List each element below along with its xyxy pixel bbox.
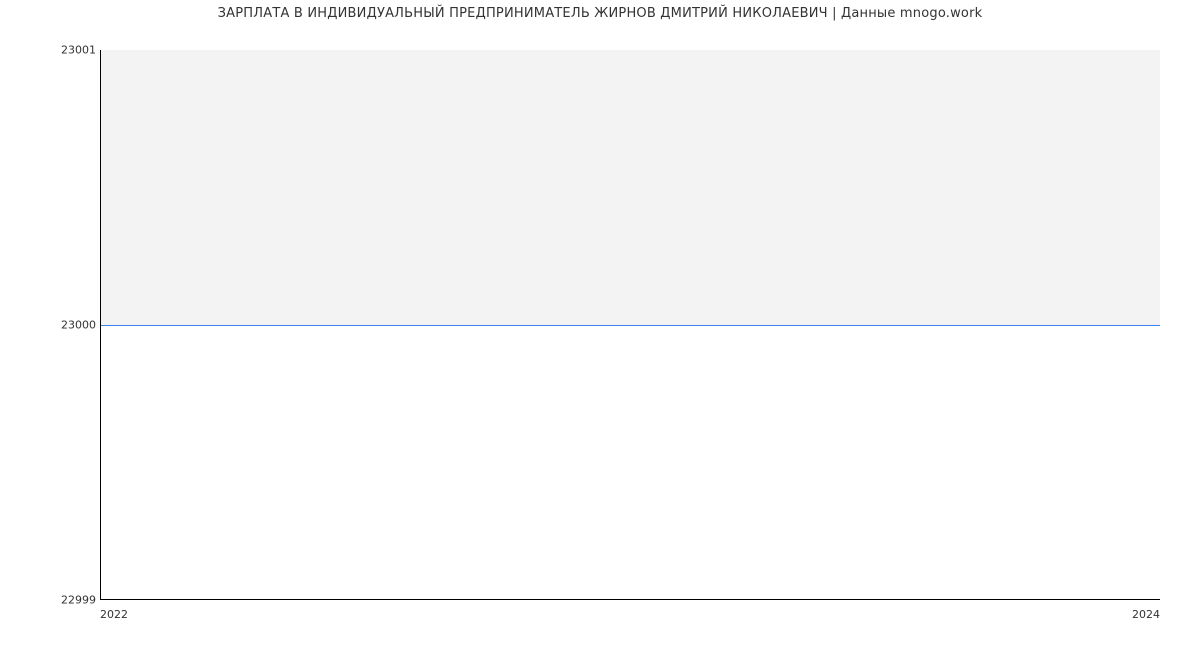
y-tick-mid: 23000 [61,319,96,332]
chart-title: ЗАРПЛАТА В ИНДИВИДУАЛЬНЫЙ ПРЕДПРИНИМАТЕЛ… [0,6,1200,21]
plot-area [100,50,1160,600]
y-tick-min: 22999 [61,594,96,607]
area-fill [101,50,1160,325]
salary-chart: ЗАРПЛАТА В ИНДИВИДУАЛЬНЫЙ ПРЕДПРИНИМАТЕЛ… [0,0,1200,650]
x-tick-start: 2022 [100,608,128,621]
y-tick-max: 23001 [61,44,96,57]
x-tick-end: 2024 [1132,608,1160,621]
series-line [101,325,1160,326]
